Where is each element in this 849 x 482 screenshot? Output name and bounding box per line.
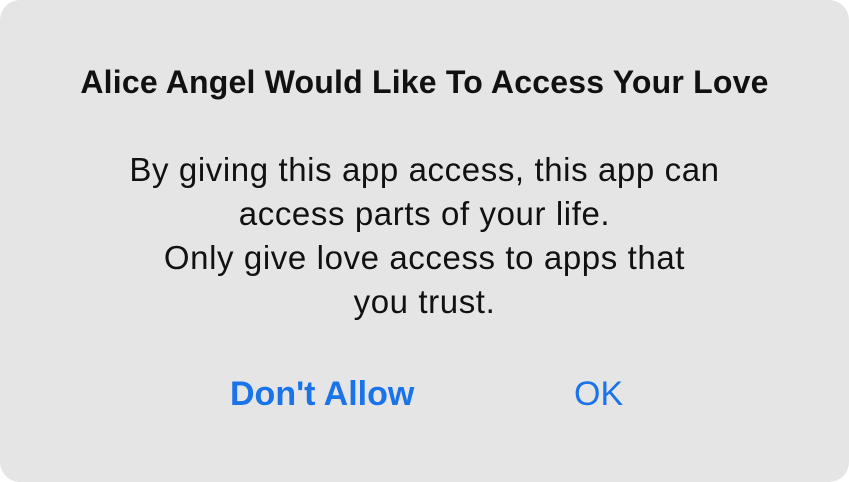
dialog-message: By giving this app access, this app can … <box>100 148 749 324</box>
message-line-4: you trust. <box>353 283 496 320</box>
permission-dialog: Alice Angel Would Like To Access Your Lo… <box>0 0 849 482</box>
dialog-title: Alice Angel Would Like To Access Your Lo… <box>80 64 769 100</box>
message-line-1: By giving this app access, this app can <box>129 151 720 188</box>
ok-button[interactable]: OK <box>566 372 631 416</box>
message-line-3: Only give love access to apps that <box>163 239 686 276</box>
message-line-2: access parts of your life. <box>238 195 611 232</box>
dont-allow-button[interactable]: Don't Allow <box>222 372 422 416</box>
